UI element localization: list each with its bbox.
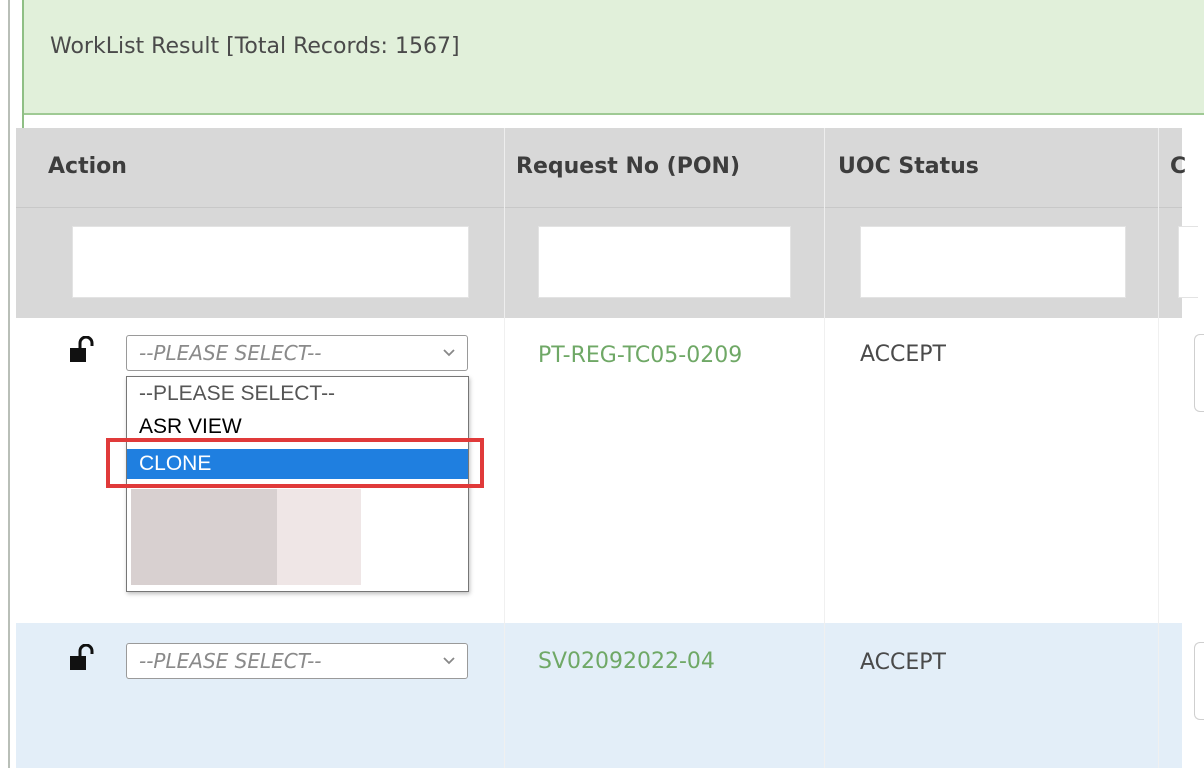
- uoc-status-value: ACCEPT: [860, 342, 946, 367]
- request-no-link[interactable]: PT-REG-TC05-0209: [538, 338, 768, 374]
- outer-frame-line: [0, 0, 10, 768]
- dropdown-option-please-select[interactable]: --PLEASE SELECT--: [127, 379, 468, 409]
- action-select[interactable]: --PLEASE SELECT--: [126, 335, 468, 371]
- column-header-action[interactable]: Action: [48, 154, 127, 179]
- action-select-value: --PLEASE SELECT--: [139, 649, 322, 673]
- dropdown-option-clone[interactable]: CLONE: [127, 449, 468, 479]
- partial-cell-control[interactable]: [1194, 334, 1204, 412]
- filter-input-partial[interactable]: [1178, 226, 1198, 298]
- unlock-icon[interactable]: [68, 644, 96, 674]
- uoc-status-value: ACCEPT: [860, 650, 946, 675]
- column-header-uoc-status[interactable]: UOC Status: [838, 154, 979, 179]
- table-filter-row: [16, 208, 1198, 318]
- column-divider: [824, 128, 825, 318]
- action-select[interactable]: --PLEASE SELECT--: [126, 643, 468, 679]
- column-divider: [1158, 128, 1159, 318]
- panel-title: WorkList Result [Total Records: 1567]: [50, 34, 460, 59]
- panel-header: WorkList Result [Total Records: 1567]: [24, 0, 1204, 115]
- column-divider: [504, 318, 505, 768]
- action-select-value: --PLEASE SELECT--: [139, 341, 322, 365]
- unlock-icon[interactable]: [68, 336, 96, 366]
- column-divider: [1158, 318, 1159, 768]
- filter-input-action[interactable]: [72, 226, 469, 298]
- redacted-option-block: [277, 489, 361, 585]
- column-divider: [824, 318, 825, 768]
- filter-input-request-no[interactable]: [538, 226, 791, 298]
- redacted-option-block: [131, 489, 277, 585]
- dropdown-option-asr-view[interactable]: ASR VIEW: [127, 412, 468, 442]
- column-divider: [504, 128, 505, 318]
- filter-input-uoc-status[interactable]: [860, 226, 1126, 298]
- chevron-down-icon: [443, 349, 455, 357]
- chevron-down-icon: [443, 657, 455, 665]
- table-header-row: Action Request No (PON) UOC Status C: [16, 128, 1186, 208]
- column-header-partial[interactable]: C: [1170, 154, 1186, 179]
- request-no-link[interactable]: SV02092022-04: [538, 644, 715, 680]
- partial-cell-control[interactable]: [1194, 642, 1204, 720]
- action-dropdown-list: --PLEASE SELECT-- ASR VIEW CLONE: [126, 376, 469, 592]
- column-header-request-no[interactable]: Request No (PON): [516, 154, 740, 179]
